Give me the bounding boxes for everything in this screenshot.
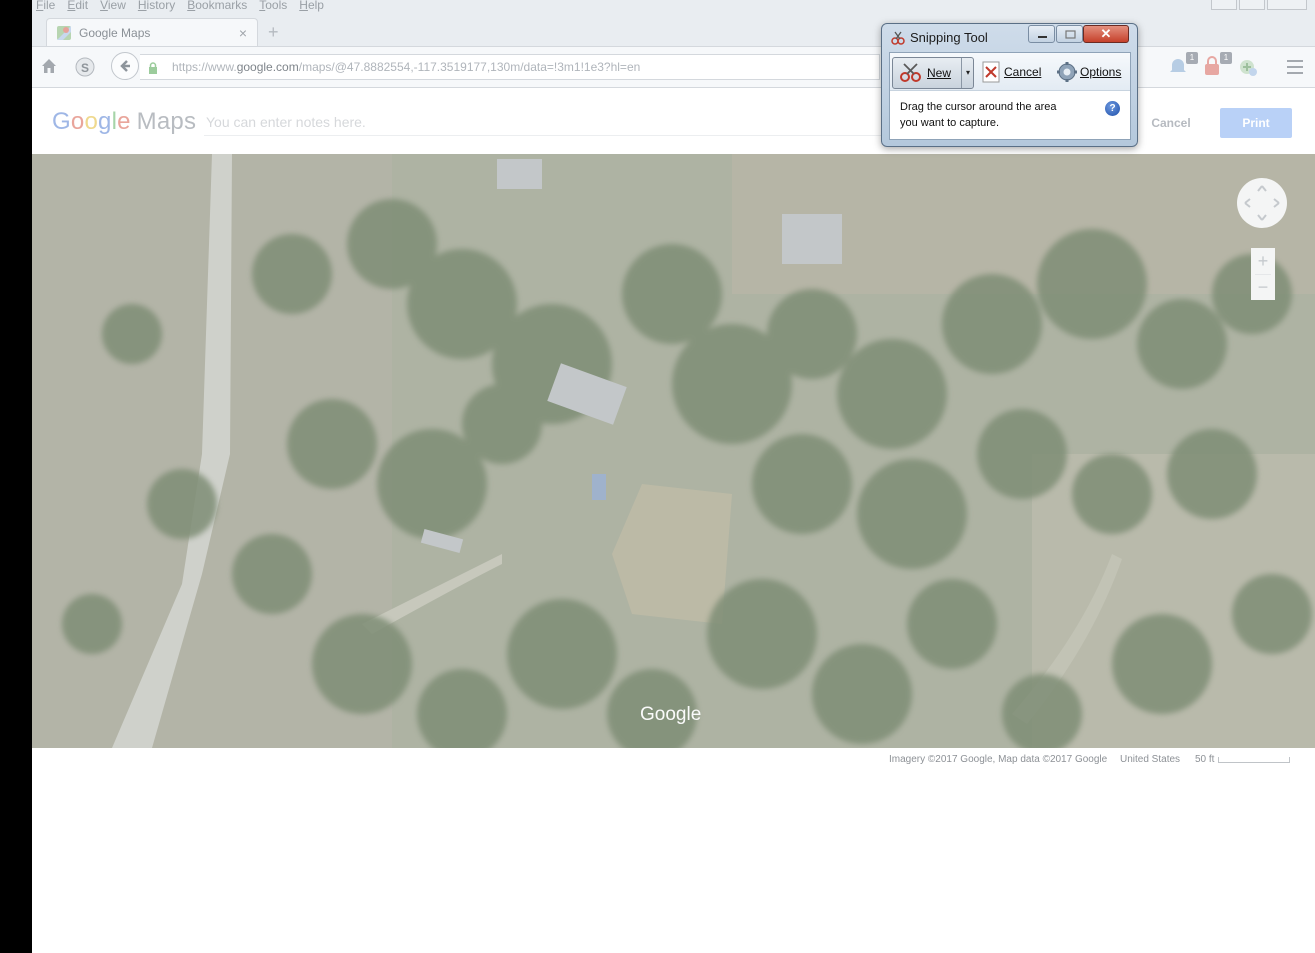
snip-cancel-button[interactable]: Cancel [980,57,1050,87]
snip-instruction-text: Drag the cursor around the area you want… [900,101,1057,129]
menu-file[interactable]: File [36,0,55,14]
new-snip-button[interactable]: New ▾ [892,57,974,89]
scale-bar [1218,757,1290,763]
help-icon[interactable]: ? [1105,101,1120,116]
tab-google-maps[interactable]: Google Maps × [46,18,258,46]
window-close-button[interactable] [1267,0,1307,10]
menu-bookmarks[interactable]: Bookmarks [187,0,247,14]
svg-text:S: S [81,61,89,75]
scissors-icon [899,62,923,89]
menu-tools[interactable]: Tools [259,0,287,14]
imagery-credit: Imagery ©2017 Google, Map data ©2017 Goo… [889,754,1108,765]
compass-control[interactable] [1237,178,1287,228]
map-attribution-bar: Imagery ©2017 Google, Map data ©2017 Goo… [32,748,1315,772]
satellite-map[interactable]: + − Google [32,154,1315,748]
snip-close-button[interactable]: ✕ [1083,25,1129,43]
screen: File Edit View History Bookmarks Tools H… [0,0,1315,953]
new-snip-label: New [927,66,952,80]
snip-options-label: Options [1080,65,1122,79]
notification-badge: 1 [1186,52,1198,64]
snipping-tool-icon [890,30,906,46]
cancel-button[interactable]: Cancel [1140,108,1202,138]
browser-menu-icon[interactable] [1287,60,1303,74]
google-maps-favicon-icon [57,25,71,40]
menu-bar: File Edit View History Bookmarks Tools H… [32,0,324,14]
print-page: Google Maps You can enter notes here. Can… [32,88,1315,953]
snipping-tool-body: New ▾ Cancel Options Drag the cursor aro… [889,52,1131,140]
google-maps-logo: Google Maps [52,108,197,135]
google-watermark: Google [640,704,702,725]
zoom-out-button[interactable]: − [1251,274,1275,300]
url-domain: google.com [236,60,299,74]
window-controls [1211,0,1307,10]
translate-extension-icon[interactable] [1238,58,1262,82]
gear-icon [1056,61,1078,88]
snip-cancel-label: Cancel [1004,65,1042,79]
sync-extension-icon[interactable]: S [74,57,96,79]
lock-extension-badge: 1 [1220,52,1232,64]
menu-help[interactable]: Help [299,0,324,14]
left-black-strip [0,0,32,953]
new-mode-dropdown[interactable]: ▾ [961,58,974,88]
snipping-tool-window: Snipping Tool ✕ New ▾ Cancel Options Dra… [881,23,1138,147]
tab-title: Google Maps [79,25,151,40]
scale-label: 50 ft [1195,754,1215,765]
zoom-controls: + − [1251,248,1275,300]
cancel-x-icon [982,61,1000,88]
url-prefix: https://www. [172,60,237,74]
snip-minimize-button[interactable] [1028,25,1055,43]
url-path: /maps/@47.8882554,-117.3519177,130m/data… [298,60,641,74]
window-minimize-button[interactable] [1211,0,1237,10]
zoom-in-button[interactable]: + [1251,248,1275,274]
notification-bell-icon[interactable]: 1 [1168,52,1198,80]
print-button[interactable]: Print [1220,108,1292,138]
satellite-imagery [32,154,1315,748]
back-button[interactable] [111,52,139,80]
snipping-tool-title: Snipping Tool [910,30,988,45]
lock-extension-icon[interactable]: 1 [1202,52,1232,80]
tab-close-icon[interactable]: × [239,25,247,41]
window-maximize-button[interactable] [1239,0,1265,10]
snip-maximize-button[interactable] [1056,25,1083,43]
snip-options-button[interactable]: Options [1054,57,1128,87]
new-tab-button[interactable]: + [268,22,279,43]
snipping-toolbar: New ▾ Cancel Options [890,53,1130,91]
lock-icon [148,61,158,74]
menu-edit[interactable]: Edit [67,0,88,14]
url-bar[interactable]: https://www.google.com/maps/@47.8882554,… [140,54,880,80]
notes-input[interactable]: You can enter notes here. [204,110,884,136]
country-label[interactable]: United States [1120,754,1180,765]
home-icon[interactable] [38,57,60,79]
menu-view[interactable]: View [100,0,126,14]
menu-history[interactable]: History [138,0,175,14]
